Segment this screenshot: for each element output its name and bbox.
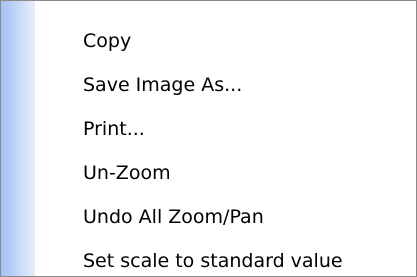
- menu-item-label: Copy: [83, 30, 132, 52]
- menu-item-save-image-as[interactable]: Save Image As...: [35, 70, 415, 100]
- menu-item-label: Print...: [83, 118, 145, 140]
- menu-item-list: Copy Save Image As... Print... Un-Zoom U…: [1, 1, 416, 276]
- menu-item-copy[interactable]: Copy: [35, 26, 415, 56]
- menu-item-un-zoom[interactable]: Un-Zoom: [35, 158, 415, 188]
- menu-item-label: Undo All Zoom/Pan: [83, 206, 264, 228]
- menu-item-label: Set scale to standard value: [83, 250, 343, 272]
- menu-item-undo-all-zoom-pan[interactable]: Undo All Zoom/Pan: [35, 202, 415, 232]
- menu-item-set-scale-standard[interactable]: Set scale to standard value: [35, 246, 415, 276]
- menu-item-label: Save Image As...: [83, 74, 243, 96]
- menu-item-label: Un-Zoom: [83, 162, 171, 184]
- menu-item-print[interactable]: Print...: [35, 114, 415, 144]
- context-menu: Copy Save Image As... Print... Un-Zoom U…: [0, 0, 417, 277]
